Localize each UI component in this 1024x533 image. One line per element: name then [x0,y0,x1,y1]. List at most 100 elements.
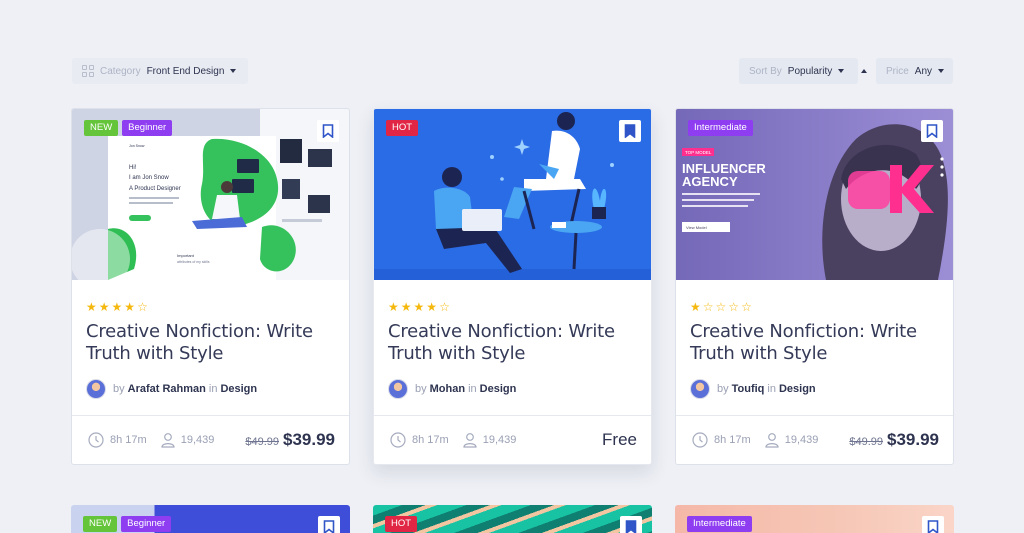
bookmark-filled-icon [625,520,637,533]
price-filter-value: Any [914,65,933,77]
old-price: $49.99 [245,436,279,448]
clock-icon [692,432,708,448]
price-filter[interactable]: Price Any [876,58,953,84]
bookmark-button[interactable] [620,516,642,533]
course-card[interactable]: HOT ★ ★ ★ ★ ☆ Creative Nonfiction: Write Tru… [373,108,652,465]
course-thumbnail[interactable]: HOT [374,109,651,280]
bookmark-button[interactable] [921,120,943,142]
avatar [86,379,106,399]
category-filter-label: Category [100,65,141,77]
thumb-caption: Important [177,253,195,258]
bookmark-button[interactable] [318,516,340,533]
old-price: $49.99 [849,436,883,448]
course-author: by Arafat Rahman in Design [86,379,335,399]
star-filled-icon: ★ [690,300,701,314]
thumb-headline2: AGENCY [682,174,738,189]
category-link[interactable]: Design [220,383,257,395]
star-empty-icon: ☆ [715,300,727,314]
in-label: in [468,383,477,395]
star-empty-icon: ☆ [439,300,450,314]
sort-filter[interactable]: Sort By Popularity [739,58,858,84]
current-price: Free [602,430,637,449]
star-filled-icon: ★ [86,300,97,314]
by-label: by [717,383,729,395]
star-filled-icon: ★ [98,300,110,314]
star-empty-icon: ☆ [702,300,714,314]
hot-badge: HOT [385,516,418,532]
chevron-down-icon [838,69,845,73]
chevron-down-icon [938,69,945,73]
course-card[interactable]: Intermediate [675,505,954,533]
thumb-button: View Model [686,225,707,230]
course-thumbnail[interactable]: TOP MODEL INFLUENCER AGENCY View Model I… [676,109,953,280]
new-badge: NEW [84,120,119,136]
course-card[interactable]: Hi! I am Jon Snow A Product Designer Jon… [71,108,350,465]
new-badge: NEW [83,516,118,532]
by-label: by [113,383,125,395]
students-count: 19,439 [482,434,517,446]
current-price: $39.99 [283,430,335,449]
sort-filter-label: Sort By [749,65,782,77]
star-empty-icon: ☆ [728,300,740,314]
thumb-tag: TOP MODEL [685,150,712,155]
rating-stars: ★ ★ ★ ★ ☆ [388,300,637,314]
hot-badge: HOT [386,120,419,136]
duration: 8h 17m [714,434,751,446]
bookmark-filled-icon [624,124,636,138]
students-count: 19,439 [784,434,819,446]
thumb-brand: Jon Snow [129,144,145,148]
bookmark-icon [323,520,335,533]
category-link[interactable]: Design [779,383,816,395]
price: $49.99 $39.99 [245,430,335,450]
author-name-link[interactable]: Mohan [430,383,465,395]
rating-stars: ★ ☆ ☆ ☆ ☆ [690,300,939,314]
card-footer: 8h 17m 19,439 Free [374,415,651,464]
level-badge: Intermediate [688,120,753,136]
author-name-link[interactable]: Arafat Rahman [128,383,206,395]
by-label: by [415,383,427,395]
students-count: 19,439 [180,434,215,446]
card-footer: 8h 17m 19,439 $49.99 $39.99 [676,415,953,464]
user-icon [161,433,175,448]
price: $49.99 $39.99 [849,430,939,450]
price: Free [602,430,637,450]
bookmark-icon [927,520,939,533]
star-filled-icon: ★ [388,300,399,314]
course-title[interactable]: Creative Nonfiction: Write Truth with St… [388,321,637,365]
course-card[interactable]: HOT [373,505,652,533]
course-title[interactable]: Creative Nonfiction: Write Truth with St… [690,321,939,365]
star-filled-icon: ★ [426,300,438,314]
star-filled-icon: ★ [124,300,136,314]
star-filled-icon: ★ [400,300,412,314]
card-footer: 8h 17m 19,439 $49.99 $39.99 [72,415,349,464]
course-card[interactable]: TOP MODEL INFLUENCER AGENCY View Model I… [675,108,954,465]
course-title[interactable]: Creative Nonfiction: Write Truth with St… [86,321,335,365]
clock-icon [390,432,406,448]
in-label: in [208,383,218,395]
thumb-line2: A Product Designer [129,186,181,192]
course-author: by Mohan in Design [388,379,637,399]
current-price: $39.99 [887,430,939,449]
author-name-link[interactable]: Toufiq [732,383,765,395]
bookmark-button[interactable] [317,120,339,142]
thumb-line1: I am Jon Snow [129,175,169,181]
duration: 8h 17m [412,434,449,446]
course-thumbnail[interactable]: Hi! I am Jon Snow A Product Designer Jon… [72,109,349,280]
avatar [690,379,710,399]
sort-direction-icon[interactable] [861,69,867,73]
category-link[interactable]: Design [480,383,517,395]
course-card[interactable]: NEW Beginner [71,505,350,533]
thumb-greeting: Hi! [129,165,137,171]
clock-icon [88,432,104,448]
rating-stars: ★ ★ ★ ★ ☆ [86,300,335,314]
user-icon [765,433,779,448]
user-icon [463,433,477,448]
chevron-down-icon [230,69,237,73]
level-badge: Beginner [122,120,173,136]
category-filter-value: Front End Design [146,65,225,77]
bookmark-button[interactable] [922,516,944,533]
level-badge: Intermediate [687,516,752,532]
star-filled-icon: ★ [111,300,123,314]
bookmark-button[interactable] [619,120,641,142]
category-filter[interactable]: Category Front End Design [72,58,248,84]
